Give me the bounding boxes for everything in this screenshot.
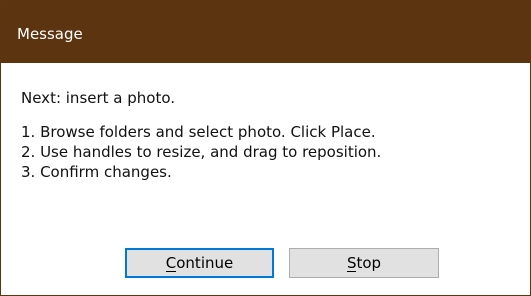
dialog-title: Message	[17, 25, 83, 43]
message-heading: Next: insert a photo.	[21, 89, 176, 107]
title-bar[interactable]: Message	[1, 1, 530, 63]
continue-button[interactable]: Continue	[125, 248, 274, 278]
instruction-step-1: 1. Browse folders and select photo. Clic…	[21, 123, 376, 141]
dialog-body: Next: insert a photo. 1. Browse folders …	[1, 63, 530, 295]
continue-accelerator: C	[165, 254, 177, 272]
continue-label-rest: ontinue	[176, 254, 234, 272]
instruction-step-2: 2. Use handles to resize, and drag to re…	[21, 143, 382, 161]
instruction-step-3: 3. Confirm changes.	[21, 163, 172, 181]
message-dialog: Message Next: insert a photo. 1. Browse …	[0, 0, 531, 296]
stop-button[interactable]: Stop	[289, 248, 439, 278]
stop-label-rest: top	[356, 254, 382, 272]
